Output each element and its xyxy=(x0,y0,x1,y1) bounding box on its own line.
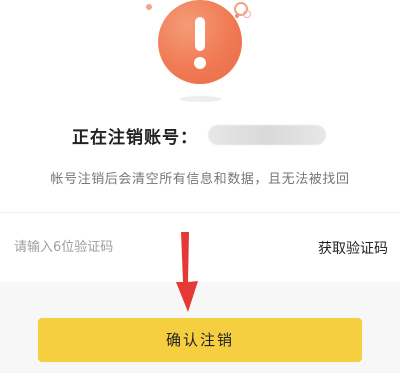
get-code-button[interactable]: 获取验证码 xyxy=(318,238,388,258)
decorative-dot xyxy=(146,4,152,10)
account-masked-value xyxy=(208,125,326,145)
account-line: 正在注销账号： xyxy=(72,122,326,148)
warning-hint: 帐号注销后会清空所有信息和数据，且无法被找回 xyxy=(50,172,350,187)
cancel-account-screen: 正在注销账号： 帐号注销后会清空所有信息和数据，且无法被找回 获取验证码 确认注… xyxy=(0,0,400,373)
exclamation-icon xyxy=(158,0,242,84)
exclamation-dot xyxy=(194,57,206,69)
decorative-dot xyxy=(235,14,239,18)
icon-shadow xyxy=(180,96,222,102)
divider xyxy=(0,212,400,213)
warning-illustration xyxy=(0,0,400,110)
decorative-ring xyxy=(243,10,251,18)
verification-code-input[interactable] xyxy=(12,232,246,262)
account-label: 正在注销账号： xyxy=(72,127,198,148)
exclamation-bar xyxy=(195,17,205,51)
down-arrow-icon xyxy=(176,232,198,312)
confirm-cancel-button[interactable]: 确认注销 xyxy=(38,318,362,362)
